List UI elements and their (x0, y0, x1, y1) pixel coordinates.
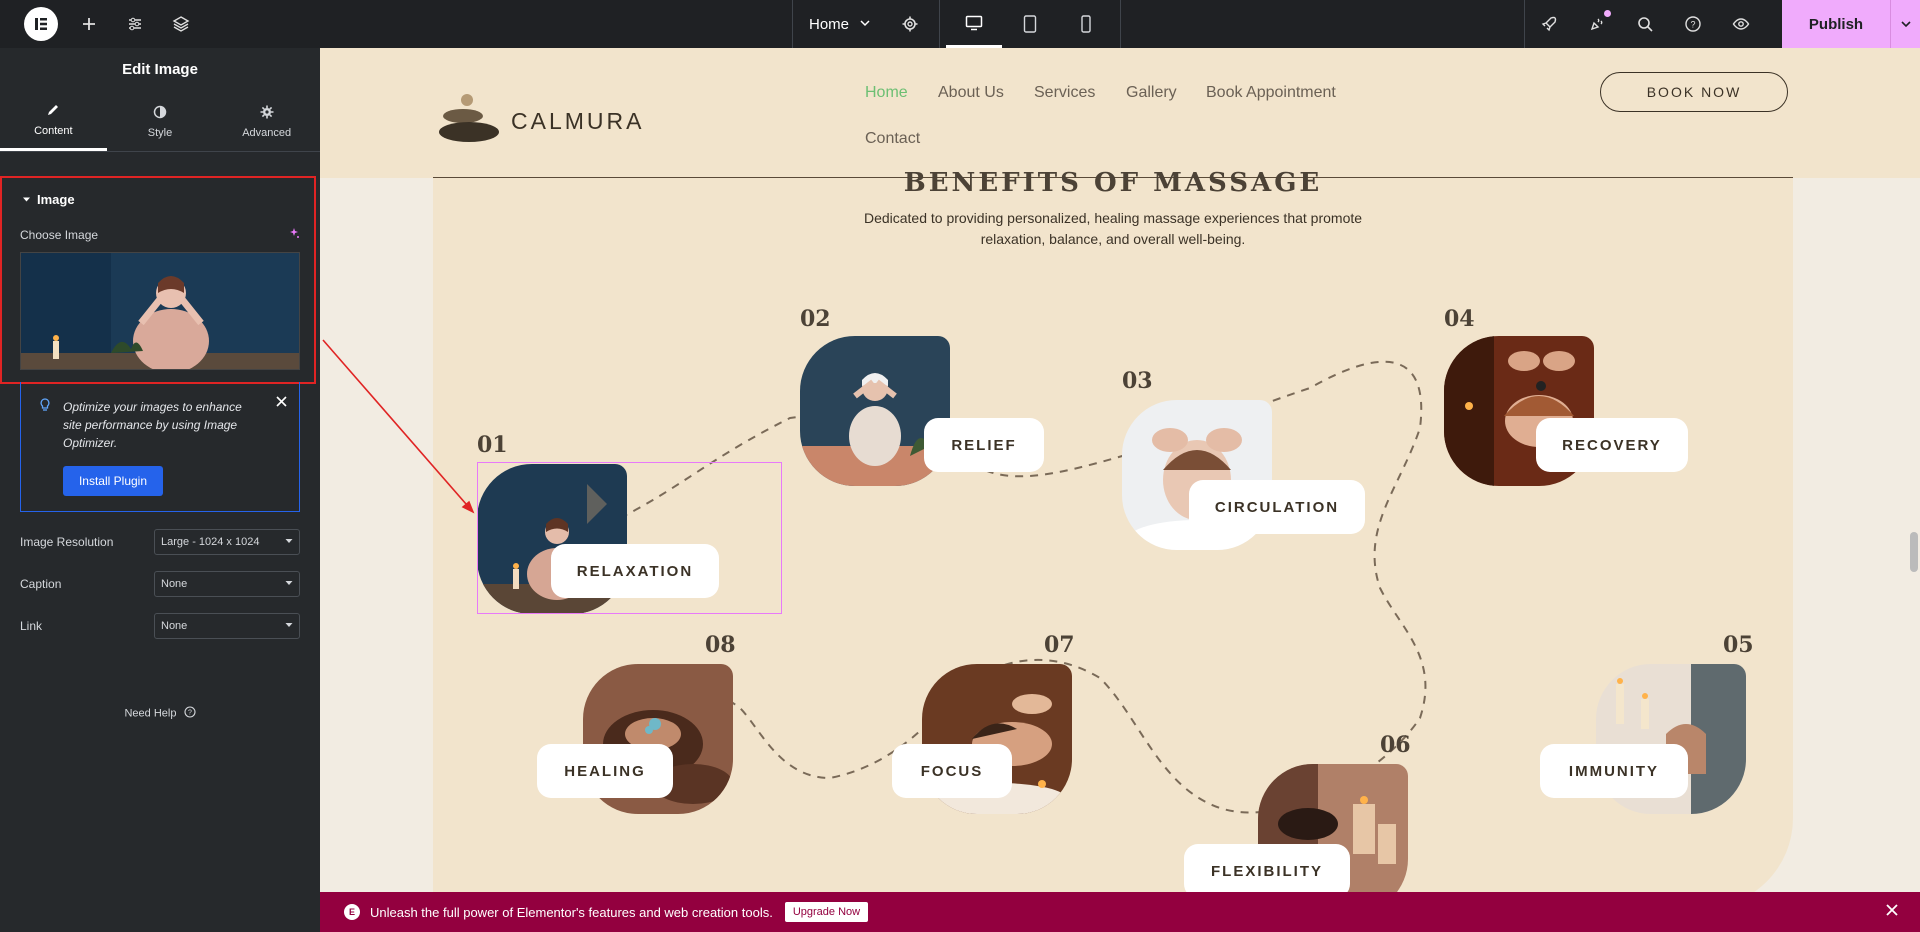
search-icon[interactable] (1621, 0, 1669, 48)
elementor-logo-icon[interactable] (24, 7, 58, 41)
tab-advanced[interactable]: Advanced (213, 92, 320, 151)
tab-content[interactable]: Content (0, 92, 107, 151)
mobile-view-icon[interactable] (1058, 0, 1114, 48)
benefit-number: 04 (1444, 306, 1475, 332)
link-value: None (161, 620, 188, 632)
benefit-label-relaxation: RELAXATION (551, 544, 719, 598)
image-preview[interactable] (20, 252, 300, 370)
benefit-number: 05 (1723, 632, 1754, 658)
close-icon[interactable] (276, 394, 287, 410)
caret-down-icon (22, 192, 31, 207)
promo-banner: E Unleash the full power of Elementor's … (320, 892, 1920, 932)
elementor-badge-icon: E (344, 904, 360, 920)
benefit-number: 07 (1044, 632, 1075, 658)
link-label: Link (20, 619, 43, 633)
caption-label: Caption (20, 577, 62, 591)
benefit-number: 06 (1380, 732, 1411, 758)
page-canvas: CALMURA Home About Us Services Gallery B… (320, 48, 1920, 892)
launch-rocket-icon[interactable] (1525, 0, 1573, 48)
whats-new-icon[interactable] (1573, 0, 1621, 48)
publish-options-chevron-icon[interactable] (1890, 0, 1920, 48)
half-circle-icon (153, 105, 167, 122)
caret-down-icon (285, 536, 293, 548)
lightbulb-icon (39, 398, 51, 415)
benefit-label-recovery: RECOVERY (1536, 418, 1688, 472)
link-control: Link None (20, 612, 300, 640)
benefit-number: 01 (477, 432, 508, 458)
site-settings-sliders-icon[interactable] (112, 0, 158, 48)
caption-select[interactable]: None (154, 571, 300, 597)
benefit-label-focus: FOCUS (892, 744, 1012, 798)
help-icon[interactable]: ? (1669, 0, 1717, 48)
caret-down-icon (285, 578, 293, 590)
svg-text:?: ? (1690, 20, 1695, 30)
chevron-down-icon (859, 16, 871, 33)
image-optimizer-notice: Optimize your images to enhance site per… (20, 382, 300, 512)
image-resolution-select[interactable]: Large - 1024 x 1024 (154, 529, 300, 555)
tab-advanced-label: Advanced (242, 126, 292, 139)
benefit-label-relief: RELIEF (924, 418, 1044, 472)
caption-value: None (161, 578, 188, 590)
benefit-number: 08 (705, 632, 736, 658)
image-resolution-control: Image Resolution Large - 1024 x 1024 (20, 528, 300, 556)
choose-image-label: Choose Image (20, 228, 99, 242)
pencil-icon (46, 103, 60, 120)
publish-button[interactable]: Publish (1782, 0, 1890, 48)
add-element-icon[interactable] (66, 0, 112, 48)
svg-text:?: ? (188, 710, 192, 717)
link-select[interactable]: None (154, 613, 300, 639)
editor-topbar: Home ? Publish (0, 0, 1920, 48)
page-select[interactable]: Home (793, 0, 887, 48)
help-circle-icon: ? (183, 706, 196, 721)
section-toggle[interactable]: Image (22, 192, 75, 207)
section-title: Image (37, 192, 75, 207)
image-resolution-label: Image Resolution (20, 535, 114, 549)
benefit-label-healing: HEALING (537, 744, 673, 798)
need-help-link[interactable]: Need Help ? (0, 706, 320, 721)
gear-icon (260, 105, 274, 122)
benefit-label-flexibility: FLEXIBILITY (1184, 844, 1350, 892)
page-name: Home (809, 15, 850, 33)
page-settings-gear-icon[interactable] (887, 0, 933, 48)
tablet-view-icon[interactable] (1002, 0, 1058, 48)
image-resolution-value: Large - 1024 x 1024 (161, 536, 260, 548)
ai-sparkle-icon[interactable] (288, 227, 300, 242)
panel-title: Edit Image (122, 61, 198, 78)
image-section: Image Choose Image (0, 176, 316, 384)
tab-style-label: Style (147, 126, 173, 139)
tab-content-label: Content (34, 125, 73, 137)
benefit-label-immunity: IMMUNITY (1540, 744, 1688, 798)
caption-control: Caption None (20, 570, 300, 598)
tab-style[interactable]: Style (107, 92, 214, 151)
editor-sidebar: Edit Image Content Style Advanced Image … (0, 48, 320, 932)
install-plugin-button[interactable]: Install Plugin (63, 466, 163, 496)
canvas-scrollbar[interactable] (1910, 532, 1918, 572)
benefit-number: 02 (800, 306, 831, 332)
benefit-number: 03 (1122, 368, 1153, 394)
notice-text: Optimize your images to enhance site per… (63, 400, 242, 450)
upgrade-now-button[interactable]: Upgrade Now (784, 902, 869, 922)
desktop-view-icon[interactable] (946, 0, 1003, 48)
promo-text: Unleash the full power of Elementor's fe… (370, 904, 773, 920)
caret-down-icon (285, 620, 293, 632)
need-help-label: Need Help (124, 707, 177, 720)
preview-eye-icon[interactable] (1717, 0, 1765, 48)
structure-layers-icon[interactable] (158, 0, 204, 48)
close-icon[interactable] (1886, 903, 1898, 921)
benefit-label-circulation: CIRCULATION (1189, 480, 1365, 534)
panel-tabs: Content Style Advanced (0, 92, 320, 152)
